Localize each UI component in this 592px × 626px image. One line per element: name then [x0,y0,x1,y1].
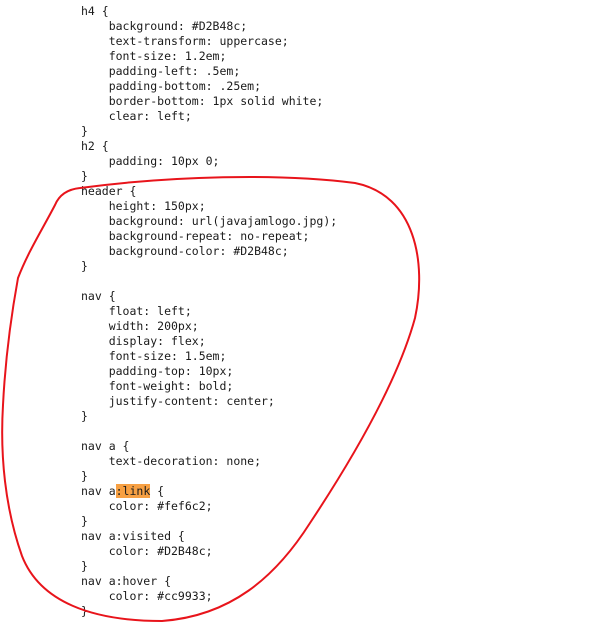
code-line: } [81,169,88,184]
code-line: nav a { [81,439,129,454]
code-text: clear: left; [81,109,192,123]
code-line: nav { [81,289,116,304]
code-text: nav { [81,289,116,303]
code-text: } [81,469,88,483]
code-line: padding-left: .5em; [81,64,241,79]
code-line: border-bottom: 1px solid white; [81,94,324,109]
code-line: display: flex; [81,334,206,349]
code-text: nav a { [81,439,130,453]
code-line: padding: 10px 0; [81,154,220,169]
code-text: } [81,259,88,273]
code-line: background: url(javajamlogo.jpg); [81,214,338,229]
code-text: padding: 10px 0; [81,154,220,168]
code-line: h2 { [81,139,109,154]
code-text: nav a:hover { [81,574,172,588]
code-text: nav a:visited { [81,529,185,543]
code-text: border-bottom: 1px solid white; [81,94,324,108]
code-text: h4 { [81,4,109,18]
code-line: text-decoration: none; [81,454,261,469]
code-line: } [81,514,88,529]
code-line: nav a:link { [81,484,164,499]
code-text: header { [81,184,137,198]
code-text: color: #D2B48c; [81,544,213,558]
code-line: clear: left; [81,109,192,124]
code-text: padding-top: 10px; [81,364,234,378]
code-line: } [81,469,88,484]
code-text: float: left; [81,304,192,318]
code-text: font-weight: bold; [81,379,234,393]
code-editor-area[interactable]: h4 { background: #D2B48c; text-transform… [0,0,592,626]
code-text: text-decoration: none; [81,454,262,468]
code-line: background-repeat: no-repeat; [81,229,310,244]
code-text: } [81,514,88,528]
code-text: background-repeat: no-repeat; [81,229,310,243]
code-line: color: #cc9933; [81,589,213,604]
code-line: text-transform: uppercase; [81,34,289,49]
code-line: header { [81,184,136,199]
code-text: font-size: 1.2em; [81,49,227,63]
code-line: padding-top: 10px; [81,364,234,379]
code-line: nav a:visited { [81,529,185,544]
code-text: } [81,559,88,573]
code-line: justify-content: center; [81,394,275,409]
code-text: } [81,409,88,423]
code-text: } [81,604,88,618]
code-line: height: 150px; [81,199,206,214]
code-line: background-color: #D2B48c; [81,244,289,259]
code-line: } [81,409,88,424]
code-text: height: 150px; [81,199,206,213]
code-text: padding-left: .5em; [81,64,241,78]
code-text: font-size: 1.5em; [81,349,227,363]
search-match-highlight: :link [115,484,151,498]
code-line: background: #D2B48c; [81,19,247,34]
code-text: color: #fef6c2; [81,499,213,513]
code-line: } [81,559,88,574]
code-text: nav a [81,484,116,498]
code-text: } [81,169,88,183]
code-line: color: #D2B48c; [81,544,213,559]
code-line: color: #fef6c2; [81,499,213,514]
code-text: color: #cc9933; [81,589,213,603]
code-line: } [81,604,88,619]
code-text: h2 { [81,139,109,153]
code-line: font-size: 1.5em; [81,349,227,364]
code-text: } [81,124,88,138]
code-text: display: flex; [81,334,206,348]
code-line: width: 200px; [81,319,199,334]
code-text: background-color: #D2B48c; [81,244,289,258]
code-line: padding-bottom: .25em; [81,79,261,94]
code-line: font-size: 1.2em; [81,49,227,64]
code-text: padding-bottom: .25em; [81,79,262,93]
code-text: justify-content: center; [81,394,275,408]
code-text: { [150,484,165,498]
code-text: background: url(javajamlogo.jpg); [81,214,338,228]
code-line: h4 { [81,4,109,19]
code-line: font-weight: bold; [81,379,234,394]
code-text: text-transform: uppercase; [81,34,289,48]
code-line: float: left; [81,304,192,319]
code-text: width: 200px; [81,319,199,333]
code-text: background: #D2B48c; [81,19,248,33]
code-line: } [81,124,88,139]
code-line: nav a:hover { [81,574,171,589]
code-line: } [81,259,88,274]
